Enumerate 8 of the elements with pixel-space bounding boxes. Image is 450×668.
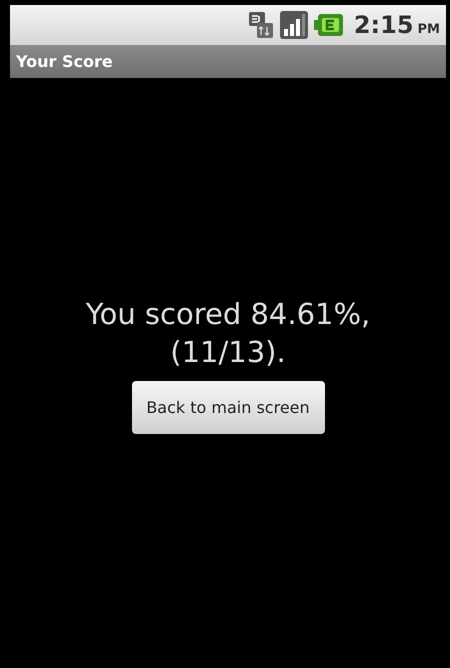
status-meridiem: PM [418, 23, 440, 36]
back-button[interactable]: Back to main screen [132, 381, 324, 434]
status-time: 2:15 [354, 13, 414, 37]
signal-icon [280, 11, 308, 39]
window-title: Your Score [16, 50, 113, 72]
battery-icon [314, 13, 344, 37]
score-message: You scored 84.61%, (11/13). [84, 296, 372, 371]
network-3g-icon [248, 11, 274, 39]
